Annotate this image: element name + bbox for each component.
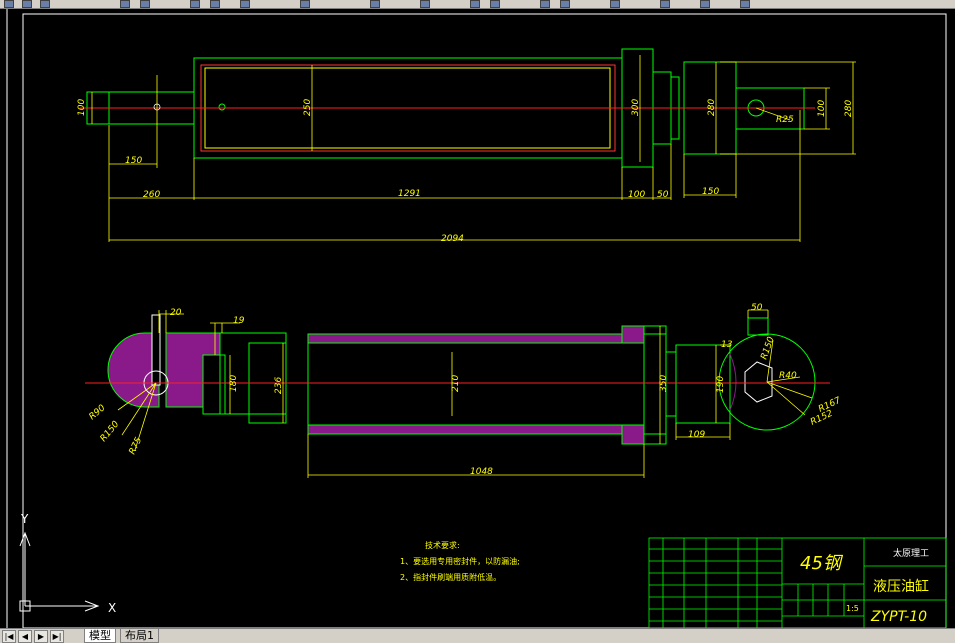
dim-2094: 2094 (441, 234, 464, 244)
tab-model[interactable]: 模型 (84, 629, 116, 643)
first-tab-button[interactable]: |◀ (2, 630, 16, 643)
dim-210: 210 (451, 375, 461, 392)
toolbar-icon[interactable] (660, 0, 670, 8)
dim-r40: R40 (779, 371, 797, 381)
ucs-y-label: Y (20, 512, 29, 526)
drawing-canvas[interactable]: 100 150 260 1291 250 300 280 100 50 150 … (0, 9, 955, 628)
dim-190: 190 (716, 376, 726, 393)
dim-1048: 1048 (470, 467, 493, 477)
scale: 1:5 (846, 604, 859, 613)
toolbar-icon[interactable] (610, 0, 620, 8)
dim-13: 13 (721, 340, 733, 350)
toolbar-icon[interactable] (740, 0, 750, 8)
dim-250: 250 (303, 99, 313, 116)
dim-100-left: 100 (77, 99, 87, 116)
toolbar-icon[interactable] (22, 0, 32, 8)
layout-tabs-bar: |◀ ◀ ▶ ▶| 模型 布局1 (0, 628, 955, 643)
dim-50: 50 (751, 303, 763, 313)
dim-109: 109 (688, 430, 705, 440)
dim-150-right: 150 (702, 187, 719, 197)
ucs-icon (19, 531, 100, 612)
dim-r150: R150 (99, 419, 122, 444)
dim-r90: R90 (88, 403, 108, 422)
section-view (107, 314, 816, 445)
toolbar-icon[interactable] (240, 0, 250, 8)
dim-1291: 1291 (398, 189, 421, 199)
tab-layout1[interactable]: 布局1 (120, 629, 159, 643)
toolbar-icon[interactable] (120, 0, 130, 8)
dim-100-right: 100 (817, 100, 827, 117)
dim-r75: R75 (128, 436, 145, 457)
part-name: 液压油缸 (873, 578, 929, 595)
toolbar-icon[interactable] (560, 0, 570, 8)
toolbar-icon[interactable] (40, 0, 50, 8)
dim-r25: R25 (776, 115, 794, 125)
prev-tab-button[interactable]: ◀ (18, 630, 32, 643)
toolbar-icon[interactable] (140, 0, 150, 8)
toolbar-icon[interactable] (300, 0, 310, 8)
notes-line1: 1、要选用专用密封件，以防漏油; (400, 556, 520, 566)
dim-180: 180 (229, 375, 239, 392)
dim-236: 236 (274, 377, 284, 394)
dim-300: 300 (631, 99, 641, 116)
notes-line2: 2、指封件刷端用质附低温。 (400, 572, 501, 582)
title-block-text: 45钢 太原理工 液压油缸 ZYPT-10 1:5 (800, 547, 929, 625)
toolbar-icon[interactable] (210, 0, 220, 8)
dim-350: 350 (659, 375, 669, 392)
dim-19: 19 (233, 316, 245, 326)
toolbar-icon[interactable] (540, 0, 550, 8)
dim-280-a: 280 (707, 99, 717, 116)
dim-260: 260 (143, 190, 160, 200)
drawing-number: ZYPT-10 (870, 609, 927, 625)
toolbar-icon[interactable] (370, 0, 380, 8)
drawing-border (22, 13, 947, 628)
toolbar-icon[interactable] (4, 0, 14, 8)
dim-20: 20 (170, 308, 182, 318)
last-tab-button[interactable]: ▶| (50, 630, 64, 643)
technical-notes: 技术要求: 1、要选用专用密封件，以防漏油; 2、指封件刷端用质附低温。 (400, 540, 520, 582)
toolbar-icon[interactable] (470, 0, 480, 8)
toolbar-icon[interactable] (490, 0, 500, 8)
dim-100-b: 100 (628, 190, 645, 200)
dim-280-right: 280 (844, 100, 854, 117)
toolbar-icon[interactable] (420, 0, 430, 8)
notes-title: 技术要求: (425, 540, 460, 550)
toolbar-icon[interactable] (700, 0, 710, 8)
dim-50-a: 50 (657, 190, 669, 200)
toolbar (0, 0, 955, 9)
dim-r150-right: R150 (759, 335, 777, 361)
toolbar-icon[interactable] (190, 0, 200, 8)
material: 45钢 (800, 553, 844, 574)
ucs-x-label: X (108, 601, 116, 615)
next-tab-button[interactable]: ▶ (34, 630, 48, 643)
company: 太原理工 (893, 547, 929, 559)
dim-150-left: 150 (125, 156, 142, 166)
